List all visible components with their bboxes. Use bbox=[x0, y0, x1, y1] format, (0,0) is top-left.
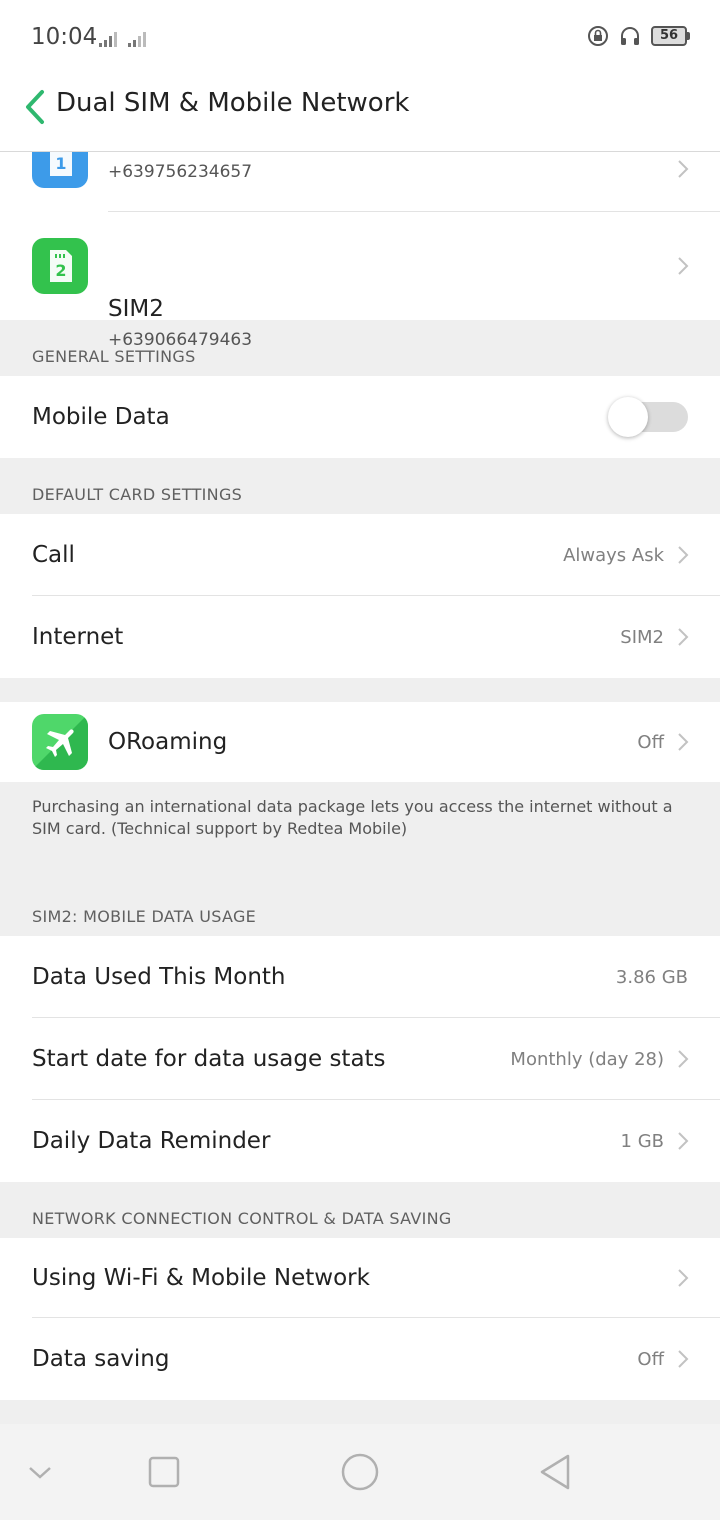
start-date-value: Monthly (day 28) bbox=[510, 1048, 664, 1070]
section-title: GENERAL SETTINGS bbox=[32, 347, 196, 366]
lock-rotation-icon bbox=[588, 26, 608, 46]
chevron-right-icon bbox=[678, 1269, 689, 1287]
oroaming-note: Purchasing an international data package… bbox=[32, 797, 673, 838]
headphones-icon bbox=[621, 27, 639, 45]
oroaming-row[interactable]: ORoaming Off bbox=[0, 702, 720, 782]
data-saving-value: Off bbox=[637, 1348, 664, 1370]
home-circle-icon[interactable] bbox=[338, 1450, 382, 1494]
oroaming-value: Off bbox=[637, 731, 664, 753]
chevron-right-icon bbox=[678, 160, 689, 178]
recents-square-icon[interactable] bbox=[142, 1450, 186, 1494]
chevron-right-icon bbox=[678, 1350, 689, 1368]
wifi-mobile-network-label: Using Wi-Fi & Mobile Network bbox=[32, 1265, 370, 1291]
chevron-right-icon bbox=[678, 628, 689, 646]
page-title: Dual SIM & Mobile Network bbox=[56, 88, 410, 118]
svg-text:1: 1 bbox=[55, 154, 66, 173]
section-header-general: GENERAL SETTINGS bbox=[0, 320, 720, 376]
battery-level: 56 bbox=[651, 26, 687, 46]
section-title: DEFAULT CARD SETTINGS bbox=[32, 485, 243, 504]
data-saving-row[interactable]: Data saving Off bbox=[0, 1318, 720, 1400]
section-title: NETWORK CONNECTION CONTROL & DATA SAVING bbox=[32, 1209, 452, 1228]
back-arrow-icon[interactable] bbox=[18, 80, 54, 136]
section-header-network-control: NETWORK CONNECTION CONTROL & DATA SAVING bbox=[0, 1182, 720, 1238]
wifi-mobile-network-row[interactable]: Using Wi-Fi & Mobile Network bbox=[0, 1238, 720, 1318]
internet-row[interactable]: Internet SIM2 bbox=[0, 596, 720, 678]
internet-value: SIM2 bbox=[620, 626, 664, 648]
sim2-card-icon: 2 bbox=[32, 238, 88, 294]
chevron-right-icon bbox=[678, 733, 689, 751]
app-header: Dual SIM & Mobile Network bbox=[0, 76, 720, 152]
settings-list: 1 +639756234657 2 SIM2 +639066479463 GEN… bbox=[0, 132, 720, 1400]
start-date-label: Start date for data usage stats bbox=[32, 1046, 386, 1072]
status-time: 10:04 bbox=[31, 24, 98, 50]
internet-label: Internet bbox=[32, 624, 124, 650]
data-saving-label: Data saving bbox=[32, 1346, 170, 1372]
mobile-data-label: Mobile Data bbox=[32, 404, 170, 430]
call-label: Call bbox=[32, 542, 75, 568]
chevron-down-icon[interactable] bbox=[18, 1450, 62, 1494]
section-title: SIM2: MOBILE DATA USAGE bbox=[32, 907, 257, 926]
battery-icon: 56 bbox=[651, 26, 690, 46]
call-value: Always Ask bbox=[563, 544, 664, 566]
sim1-row[interactable]: 1 +639756234657 bbox=[0, 132, 720, 212]
daily-reminder-value: 1 GB bbox=[620, 1130, 664, 1152]
sim2-row[interactable]: 2 SIM2 +639066479463 bbox=[0, 212, 720, 350]
daily-reminder-label: Daily Data Reminder bbox=[32, 1128, 271, 1154]
chevron-right-icon bbox=[678, 546, 689, 564]
svg-text:2: 2 bbox=[55, 261, 66, 280]
mobile-data-toggle[interactable] bbox=[608, 397, 688, 437]
call-row[interactable]: Call Always Ask bbox=[0, 514, 720, 596]
signal-sim1-icon bbox=[99, 32, 117, 47]
data-used-label: Data Used This Month bbox=[32, 964, 286, 990]
daily-reminder-row[interactable]: Daily Data Reminder 1 GB bbox=[0, 1100, 720, 1182]
status-bar: 10:04 56 bbox=[0, 0, 720, 76]
navigation-bar bbox=[0, 1424, 720, 1520]
signal-sim2-icon bbox=[128, 32, 146, 47]
section-header-data-usage: SIM2: MOBILE DATA USAGE bbox=[0, 880, 720, 936]
back-triangle-icon[interactable] bbox=[534, 1450, 578, 1494]
start-date-row[interactable]: Start date for data usage stats Monthly … bbox=[0, 1018, 720, 1100]
sim1-number: +639756234657 bbox=[108, 162, 253, 182]
chevron-right-icon bbox=[678, 1050, 689, 1068]
section-header-default-card: DEFAULT CARD SETTINGS bbox=[0, 458, 720, 514]
data-used-row[interactable]: Data Used This Month 3.86 GB bbox=[0, 936, 720, 1018]
chevron-right-icon bbox=[678, 1132, 689, 1150]
sim2-name: SIM2 bbox=[108, 296, 164, 322]
mobile-data-row[interactable]: Mobile Data bbox=[0, 376, 720, 458]
data-used-value: 3.86 GB bbox=[615, 966, 688, 988]
oroaming-label: ORoaming bbox=[108, 729, 228, 755]
chevron-right-icon bbox=[678, 257, 689, 275]
airplane-icon bbox=[32, 714, 88, 770]
